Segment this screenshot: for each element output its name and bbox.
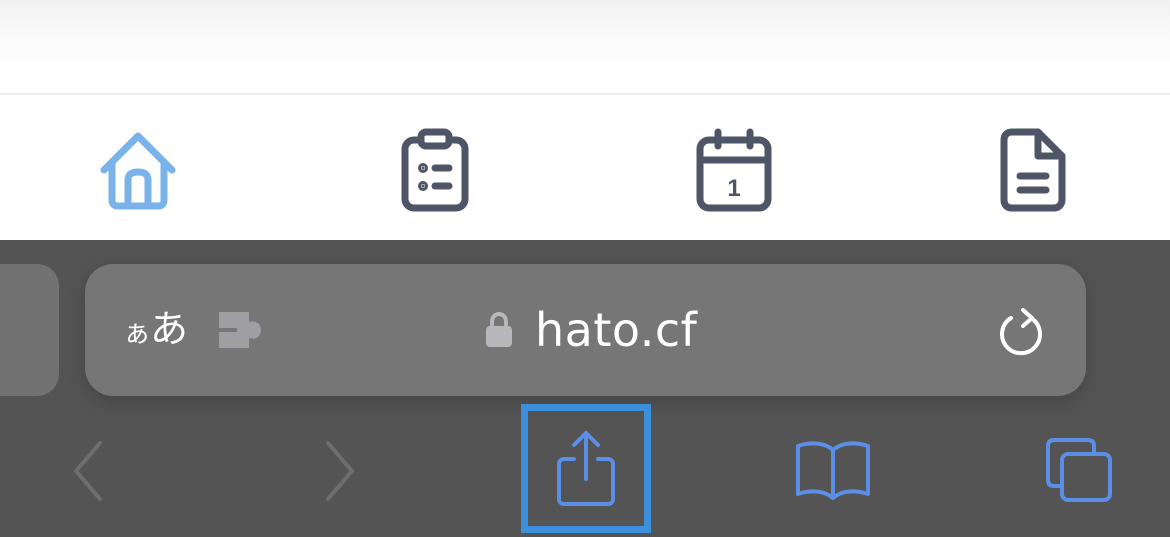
calendar-icon: 1 [696,128,772,212]
url-text: hato.cf [535,303,698,357]
lock-icon [486,311,512,347]
app-tab-bar: 1 [0,95,1170,240]
share-icon [557,430,615,506]
puzzle-icon[interactable] [215,310,263,350]
tabs-icon [1046,438,1112,502]
screen: 1 ぁあ hato.cf [0,0,1170,537]
previous-tab-card[interactable] [0,264,59,396]
address-bar[interactable]: ぁあ hato.cf [85,264,1086,396]
reload-icon[interactable] [993,304,1049,360]
chevron-left-icon [74,441,102,501]
tab-calendar[interactable]: 1 [689,125,779,215]
bookmarks-button[interactable] [792,435,874,505]
tab-home[interactable] [93,125,183,215]
share-button[interactable] [521,404,651,533]
clipboard-list-icon [401,128,469,212]
tabs-button[interactable] [1042,435,1116,505]
tab-documents[interactable] [987,125,1077,215]
back-button[interactable] [60,435,116,507]
chevron-right-icon [326,441,354,501]
page-content-area [0,0,1170,93]
tab-tasks[interactable] [390,125,480,215]
forward-button[interactable] [312,435,368,507]
browser-chrome: ぁあ hato.cf [0,240,1170,537]
home-icon [100,132,176,210]
page-format-button[interactable]: ぁあ [123,304,188,358]
calendar-date-label: 1 [727,175,740,202]
document-icon [1000,128,1066,212]
reader-label-large: あ [150,307,188,351]
reader-label-small: ぁ [123,316,151,349]
url-display[interactable]: hato.cf [485,302,697,358]
book-icon [796,441,870,500]
